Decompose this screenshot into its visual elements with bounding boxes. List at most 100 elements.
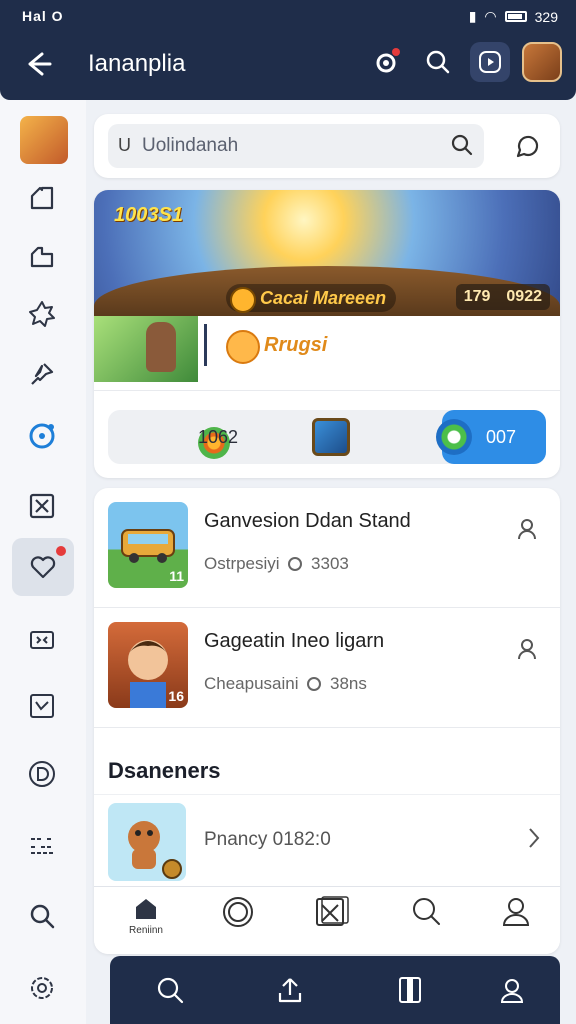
home-icon (30, 186, 54, 210)
media-button[interactable] (470, 42, 510, 82)
sidebar-item-favorites[interactable] (12, 538, 74, 596)
search-submit-button[interactable] (450, 133, 474, 162)
list-item-thumbnail: 16 (108, 622, 188, 708)
sidebar-item-downloads[interactable] (20, 752, 64, 796)
profile-avatar[interactable] (522, 42, 562, 82)
coins-value: 1062 (198, 427, 239, 447)
sidebar-item-home[interactable] (20, 176, 64, 220)
bottom-navigation (110, 956, 560, 1024)
search-icon (30, 904, 55, 929)
list-item-thumbnail: 11 (108, 502, 188, 588)
swap-icon (30, 631, 54, 649)
sidebar-item-settings[interactable] (20, 966, 64, 1010)
list-item-meta-prefix: Ostrpesiyi (204, 554, 280, 573)
chevron-right-icon[interactable] (522, 823, 546, 853)
featured-game-card: 1003S1 Cacai Mareeen 179 0922 Rrugsi 106… (94, 190, 560, 478)
search-icon (426, 50, 450, 74)
play-icon (479, 51, 501, 73)
chat-bubble-icon (516, 135, 539, 158)
list-item-badge: 16 (168, 688, 184, 704)
upload-icon (278, 978, 302, 1003)
tab-search[interactable] (396, 895, 456, 951)
notification-dot (392, 48, 400, 56)
tab-profile[interactable] (486, 895, 546, 951)
globe-icon (436, 419, 472, 455)
sidebar-game-thumbnail[interactable] (20, 116, 68, 164)
list-item-meta-prefix: Cheapusaini (204, 674, 299, 693)
banner-stat-1: 179 (463, 288, 491, 305)
player-button[interactable] (512, 514, 542, 544)
character-icon (146, 322, 176, 372)
bottom-nav-share[interactable] (270, 970, 310, 1010)
user-icon (518, 639, 536, 660)
games-list-card: 11 Ganvesion Ddan Stand Ostrpesiyi 3303 … (94, 488, 560, 954)
sidebar (0, 100, 86, 1024)
list-item[interactable]: Pnancy 0182:0 (94, 794, 560, 886)
tab-home[interactable]: Reniinn (116, 895, 176, 951)
play-button-label: 007 (486, 427, 517, 447)
search-button[interactable] (418, 42, 458, 82)
divider (204, 324, 207, 366)
sidebar-item-filters[interactable] (20, 822, 64, 866)
section-title: Dsaneners (108, 758, 221, 783)
list-item[interactable]: 11 Ganvesion Ddan Stand Ostrpesiyi 3303 (94, 488, 560, 608)
list-item-thumbnail (108, 803, 186, 881)
tab-home-label: Reniinn (129, 925, 163, 936)
featured-row[interactable]: Rrugsi (94, 316, 560, 382)
featured-banner[interactable]: 1003S1 Cacai Mareeen 179 0922 (94, 190, 560, 316)
bottom-nav-profile[interactable] (492, 970, 532, 1010)
query-icon: U (118, 135, 131, 155)
sidebar-item-library[interactable] (20, 234, 64, 278)
banner-stat-2: 0922 (506, 288, 542, 305)
banner-game-name: Cacai Mareeen (226, 284, 397, 313)
page-title: Iananplia (88, 50, 186, 77)
separator (94, 390, 560, 391)
search-bar: U (94, 114, 560, 178)
status-time: 329 (534, 8, 558, 25)
sliders-icon (31, 838, 53, 854)
user-icon (500, 979, 524, 1003)
star-burst-icon (29, 301, 55, 327)
signal-icon: ▮ (468, 8, 477, 24)
sidebar-item-swap[interactable] (20, 618, 64, 662)
list-item-badge: 11 (169, 568, 184, 584)
back-button[interactable] (20, 46, 56, 82)
tab-gallery[interactable] (302, 895, 362, 951)
list-item-meta: Ostrpesiyi 3303 (204, 554, 349, 574)
book-icon (399, 977, 421, 1003)
circle-d-icon (29, 761, 55, 787)
chart-box-icon (30, 694, 54, 718)
coins-counter[interactable]: 1062 (108, 410, 298, 464)
search-input[interactable] (142, 132, 442, 160)
bottom-nav-library[interactable] (390, 970, 430, 1010)
sidebar-item-discover[interactable] (20, 414, 64, 458)
clock-icon (288, 557, 303, 571)
sidebar-item-search[interactable] (20, 894, 64, 938)
list-item-title: Ganvesion Ddan Stand (204, 510, 411, 532)
sidebar-item-close[interactable] (20, 484, 64, 528)
tab-games[interactable] (208, 895, 268, 951)
wifi-icon: ◠ (484, 8, 497, 24)
folder-icon (30, 246, 54, 268)
list-item-meta-value: 38ns (329, 674, 367, 693)
squirrel-icon (128, 821, 182, 879)
featured-thumbnail (94, 316, 198, 382)
notifications-button[interactable] (366, 42, 406, 82)
gear-icon (31, 977, 53, 999)
list-item-meta-value: 3303 (311, 554, 349, 573)
discover-icon (29, 423, 55, 449)
list-item[interactable]: 16 Gageatin Ineo ligarn Cheapusaini 38ns (94, 608, 560, 728)
bottom-nav-search[interactable] (150, 970, 190, 1010)
player-button[interactable] (512, 634, 542, 664)
sidebar-item-stats[interactable] (20, 684, 64, 728)
sidebar-item-pins[interactable] (20, 352, 64, 396)
gallery-icon (316, 896, 349, 926)
favorites-badge (56, 546, 66, 556)
chat-button[interactable] (506, 126, 546, 166)
top-app-bar: Hal O ▮ ◠ 329 Iananplia (0, 0, 576, 100)
sidebar-item-badges[interactable] (20, 292, 64, 336)
play-button[interactable]: 007 (436, 410, 546, 464)
status-bar: Hal O ▮ ◠ 329 (0, 0, 576, 32)
banner-score: 1003S1 (114, 204, 183, 226)
map-icon[interactable] (312, 418, 350, 456)
